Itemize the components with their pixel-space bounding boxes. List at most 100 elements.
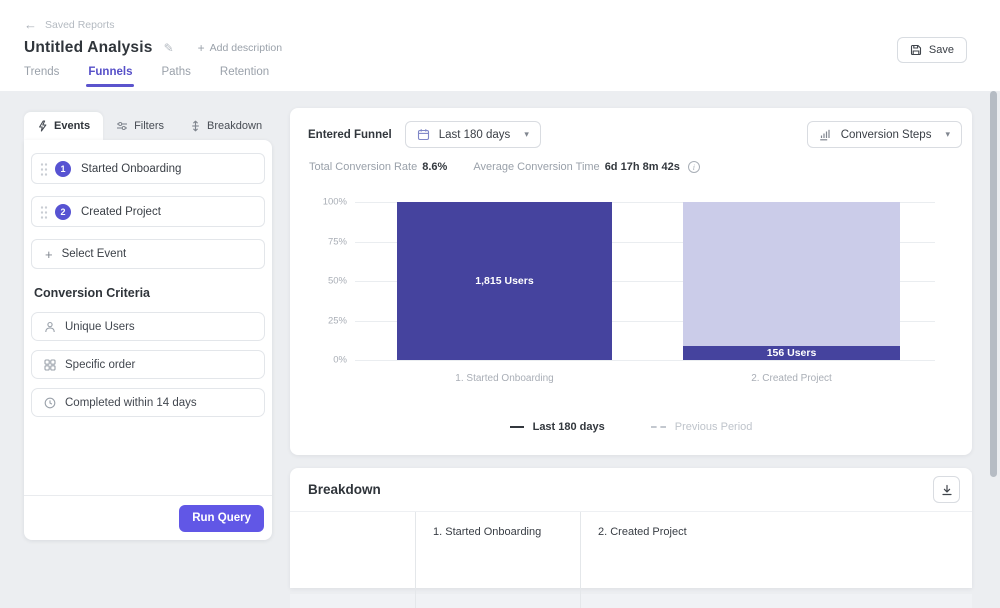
tab-events-label: Events [54,120,90,132]
y-axis-tick: 100% [309,197,347,208]
download-icon [941,484,953,496]
select-event-button[interactable]: + Select Event [31,239,265,269]
entered-backdrop-bar [683,202,900,360]
y-axis-tick: 50% [309,276,347,287]
funnel-bar-step-2[interactable]: 156 Users [683,202,900,360]
total-conversion-label: Total Conversion Rate [309,161,417,173]
tab-breakdown[interactable]: Breakdown [177,112,275,140]
conversion-window-button[interactable]: Completed within 14 days [31,388,265,417]
tab-breakdown-label: Breakdown [207,120,262,132]
report-type-tabs: Trends Funnels Paths Retention [24,66,269,87]
grid-icon [44,359,56,371]
add-description-label: Add description [210,42,282,54]
bar-value-label: 156 Users [767,348,817,359]
breakdown-header: Breakdown [290,468,972,511]
tab-filters[interactable]: Filters [103,112,177,140]
breakdown-column-step-2[interactable]: 2. Created Project [580,512,972,608]
view-selector-dropdown[interactable]: Conversion Steps ▾ [807,121,962,148]
run-query-button[interactable]: Run Query [179,505,264,532]
chevron-down-icon: ▾ [945,129,950,140]
tab-paths[interactable]: Paths [161,66,190,87]
query-panel-footer: Run Query [24,495,272,540]
drag-handle-icon[interactable] [40,162,48,176]
date-range-value: Last 180 days [439,129,511,141]
calendar-icon [417,128,430,141]
breakdown-table-header: 1. Started Onboarding 2. Created Project [290,512,972,608]
plus-icon: + [198,41,205,55]
total-conversion-stat: Total Conversion Rate 8.6% [309,161,447,173]
page-title: Untitled Analysis [24,39,153,57]
breakdown-column-step-1[interactable]: 1. Started Onboarding [415,512,580,608]
tab-retention[interactable]: Retention [220,66,269,87]
step-number-badge: 1 [55,161,71,177]
gridline [355,360,935,361]
plus-icon: + [45,247,53,262]
step-order-button[interactable]: Specific order [31,350,265,379]
event-step-row-2[interactable]: 2 Created Project [31,196,265,227]
select-event-label: Select Event [62,248,127,260]
avg-time-label: Average Conversion Time [473,161,599,173]
total-conversion-value: 8.6% [422,161,447,173]
legend-previous-period[interactable]: Previous Period [651,421,753,433]
y-axis-tick: 0% [309,355,347,366]
converted-bar[interactable]: 156 Users [683,346,900,360]
legend-label: Previous Period [675,421,753,433]
tab-events[interactable]: Events [24,112,103,140]
step-order-label: Specific order [65,359,135,371]
y-axis-tick: 75% [309,236,347,247]
counting-method-button[interactable]: Unique Users [31,312,265,341]
event-step-row-1[interactable]: 1 Started Onboarding [31,153,265,184]
vertical-scrollbar[interactable] [990,91,997,477]
tab-funnels[interactable]: Funnels [88,66,132,87]
funnel-chart-card: Entered Funnel Last 180 days ▾ [290,108,972,455]
title-row: Untitled Analysis ✎ + Add description [24,39,282,57]
view-selector-value: Conversion Steps [841,129,932,141]
sliders-icon [116,120,128,132]
event-step-label: Started Onboarding [81,163,181,175]
y-axis-tick: 25% [309,315,347,326]
back-link[interactable]: ← Saved Reports [24,18,114,31]
save-label: Save [929,44,954,56]
avg-conversion-time-stat: Average Conversion Time 6d 17h 8m 42s i [473,161,700,173]
download-button[interactable] [933,476,960,503]
save-button[interactable]: Save [897,37,967,63]
converted-bar[interactable]: 1,815 Users [397,202,612,360]
back-label[interactable]: Saved Reports [45,19,114,31]
lightning-icon [37,120,48,132]
solid-line-icon [510,426,524,428]
tab-filters-label: Filters [134,120,164,132]
chart-legend: Last 180 days Previous Period [290,421,972,433]
funnel-bar-step-1[interactable]: 1,815 Users [397,202,612,360]
breakdown-table: 1. Started Onboarding 2. Created Project [290,511,972,588]
info-icon[interactable]: i [688,161,700,173]
query-panel-body: 1 Started Onboarding 2 Created Project +… [24,140,272,540]
dashed-line-icon [651,426,666,428]
x-axis-label-step-1: 1. Started Onboarding [397,373,612,384]
edit-title-pencil-icon[interactable]: ✎ [164,41,174,55]
app-header: ← Saved Reports Untitled Analysis ✎ + Ad… [0,0,1000,91]
legend-label: Last 180 days [533,421,605,433]
bar-chart-icon [819,128,832,141]
step-number-badge: 2 [55,204,71,220]
breakdown-title: Breakdown [308,482,381,497]
back-arrow-icon[interactable]: ← [24,18,37,31]
split-arrows-icon [190,120,201,132]
x-axis-label-step-2: 2. Created Project [683,373,900,384]
user-icon [44,321,56,333]
counting-method-label: Unique Users [65,321,135,333]
drag-handle-icon[interactable] [40,205,48,219]
conversion-criteria-heading: Conversion Criteria [34,286,265,300]
entered-funnel-label: Entered Funnel [308,129,392,141]
tab-trends[interactable]: Trends [24,66,59,87]
add-description-button[interactable]: + Add description [198,41,282,55]
event-step-label: Created Project [81,206,161,218]
funnel-card-header: Entered Funnel Last 180 days ▾ [308,121,962,148]
query-builder-panel: Events Filters Breakdown [24,112,272,540]
chevron-down-icon: ▾ [524,129,529,140]
clock-icon [44,397,56,409]
bar-value-label: 1,815 Users [475,276,533,287]
breakdown-column-spacer [290,512,415,608]
date-range-dropdown[interactable]: Last 180 days ▾ [405,121,541,148]
legend-current-period[interactable]: Last 180 days [510,421,605,433]
save-icon [910,44,922,56]
